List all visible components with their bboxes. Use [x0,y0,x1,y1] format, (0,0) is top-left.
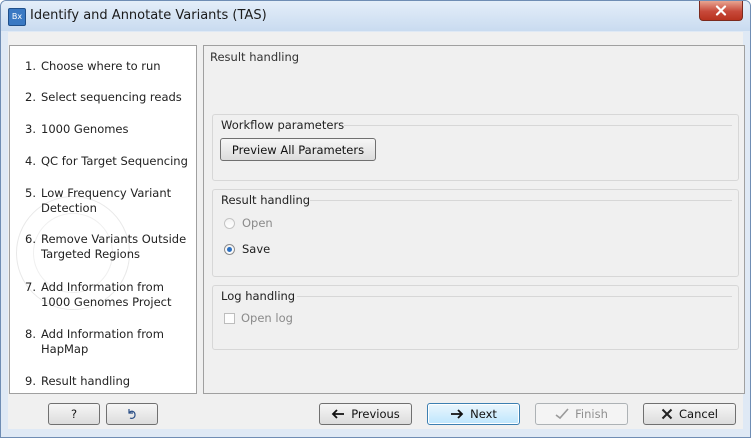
step-number: 4. [25,154,36,168]
step-number: 2. [25,90,36,104]
step-number: 3. [25,122,36,136]
group-divider [309,200,732,201]
preview-all-parameters-button[interactable]: Preview All Parameters [220,138,376,161]
settings-panel: Result handling Workflow parameters Prev… [203,45,745,394]
cancel-button-label: Cancel [679,407,718,421]
panel-title: Result handling [210,50,300,64]
step-label: Result handling [41,374,131,388]
step-number: 7. [25,280,36,294]
finish-button[interactable]: Finish [535,403,628,425]
checkmark-icon [555,408,569,420]
close-icon [715,5,727,16]
arrow-left-icon [331,409,345,419]
open-log-label: Open log [241,311,293,325]
step-number: 5. [25,186,36,200]
step-label: Select sequencing reads [41,90,182,104]
save-radio[interactable] [224,243,235,255]
open-radio-label: Open [242,216,273,230]
group-title: Result handling [221,193,311,207]
step-number: 8. [25,327,36,341]
step-label: Choose where to run [41,59,161,73]
dialog-window: Bx Identify and Annotate Variants (TAS) … [0,0,751,438]
dialog-client-area: 1. Choose where to run 2. Select sequenc… [8,32,745,429]
reset-icon [128,409,136,419]
step-label: QC for Target Sequencing [41,154,188,168]
group-title: Workflow parameters [221,118,345,132]
previous-button[interactable]: Previous [319,403,412,425]
arrow-right-icon [450,409,464,419]
open-log-checkbox[interactable] [224,312,235,324]
step-number: 6. [25,232,36,246]
group-divider [297,296,732,297]
save-radio-label: Save [242,242,271,256]
open-radio-option[interactable]: Open [224,216,273,230]
previous-button-label: Previous [351,407,400,421]
result-handling-group: Result handling Open Save [212,189,739,277]
group-title: Log handling [221,289,296,303]
log-handling-group: Log handling Open log [212,285,739,350]
button-bar: ? Previous Next Finish Cancel [8,398,743,428]
step-number: 1. [25,59,36,73]
save-radio-option[interactable]: Save [224,242,270,256]
finish-button-label: Finish [575,407,608,421]
step-label: Add Information from HapMap [41,327,164,356]
step-label: Low Frequency Variant Detection [41,186,172,215]
close-button[interactable] [699,1,743,21]
reset-button[interactable] [106,403,158,425]
help-button[interactable]: ? [48,403,100,425]
workflow-parameters-group: Workflow parameters Preview All Paramete… [212,114,739,181]
group-divider [313,125,732,126]
open-radio[interactable] [224,217,235,229]
title-bar[interactable]: Bx Identify and Annotate Variants (TAS) [1,1,750,31]
steps-list: 1. Choose where to run 2. Select sequenc… [9,45,197,394]
step-label: Remove Variants Outside Targeted Regions [41,232,187,261]
open-log-option[interactable]: Open log [224,311,293,325]
app-icon: Bx [8,8,26,26]
x-icon [661,408,673,420]
next-button[interactable]: Next [427,403,520,425]
next-button-label: Next [470,407,497,421]
step-label: 1000 Genomes [41,122,129,136]
step-label: Add Information from 1000 Genomes Projec… [41,280,172,309]
window-title: Identify and Annotate Variants (TAS) [30,8,267,23]
cancel-button[interactable]: Cancel [643,403,736,425]
step-number: 9. [25,374,36,388]
